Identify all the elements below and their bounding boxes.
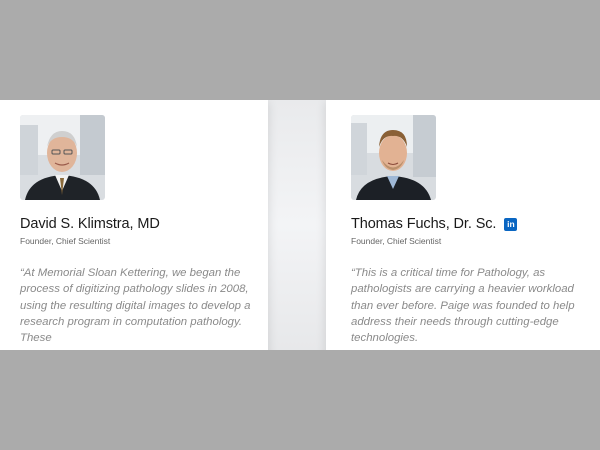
profile-role: Founder, Chief Scientist bbox=[351, 236, 442, 246]
top-gray-band bbox=[0, 0, 600, 100]
profile-card-fuchs: Thomas Fuchs, Dr. Sc. in Founder, Chief … bbox=[326, 100, 600, 350]
profile-photo-klimstra bbox=[20, 115, 105, 200]
bottom-gray-band bbox=[0, 350, 600, 450]
profile-name: Thomas Fuchs, Dr. Sc. bbox=[351, 216, 497, 232]
team-carousel: David S. Klimstra, MD Founder, Chief Sci… bbox=[0, 100, 600, 350]
profile-photo-fuchs bbox=[351, 115, 436, 200]
linkedin-icon[interactable]: in bbox=[504, 217, 518, 231]
profile-quote: “This is a critical time for Pathology, … bbox=[351, 267, 575, 345]
profile-quote: “At Memorial Sloan Kettering, we began t… bbox=[20, 267, 251, 345]
profile-card-klimstra: David S. Klimstra, MD Founder, Chief Sci… bbox=[0, 100, 268, 350]
profile-name: David S. Klimstra, MD bbox=[20, 216, 160, 232]
profile-role: Founder, Chief Scientist bbox=[20, 236, 111, 246]
